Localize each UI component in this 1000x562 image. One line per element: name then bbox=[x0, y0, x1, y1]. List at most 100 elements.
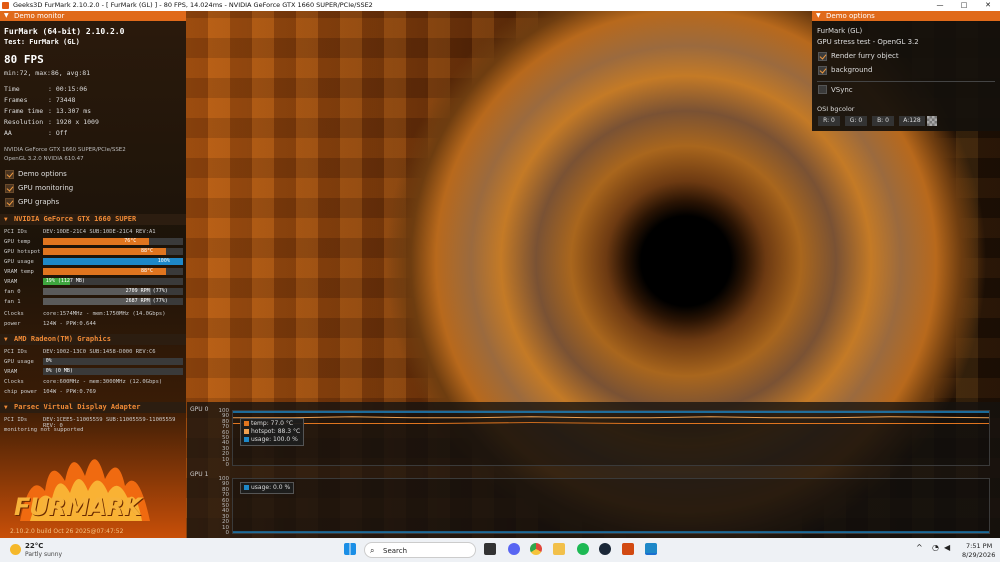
nvidia-gpu-header[interactable]: ▼ NVIDIA GeForce GTX 1660 SUPER bbox=[0, 214, 186, 225]
furmark-logo-text: FURMARK bbox=[14, 493, 142, 521]
taskbar-search-box[interactable]: ⌕ Search bbox=[364, 542, 476, 558]
render-furry-object-checkbox[interactable] bbox=[818, 52, 827, 61]
nvidia-pci-ids: DEV:10DE-21C4 SUB:10DE-21C4 REV:A1 bbox=[43, 229, 156, 235]
gpu-monitoring-checkbox[interactable] bbox=[5, 184, 14, 193]
demo-options-subtitle: GPU stress test - OpenGL 3.2 bbox=[817, 38, 919, 46]
nvidia-metric-value: 19% (1127 MB) bbox=[45, 278, 85, 284]
collapse-arrow-icon[interactable]: ▼ bbox=[4, 334, 8, 345]
spotify-icon[interactable] bbox=[577, 543, 589, 555]
gpu0-graph-label: GPU 0 bbox=[190, 406, 209, 413]
nvidia-metric-label: fan 1 bbox=[4, 299, 21, 305]
bgcolor-b-field[interactable]: B: 0 bbox=[872, 116, 894, 126]
nvidia-metric-bar: 100% bbox=[43, 258, 183, 265]
bgcolor-g-field[interactable]: G: 0 bbox=[845, 116, 867, 126]
nvidia-metric-bar: 88°C bbox=[43, 248, 183, 255]
amd-metric-label: VRAM bbox=[4, 369, 18, 375]
demo-options-header[interactable]: ▼ Demo options bbox=[812, 11, 1000, 21]
vsync-checkbox[interactable] bbox=[818, 85, 827, 94]
demo-monitor-panel: ▼ Demo monitor FurMark (64-bit) 2.10.2.0… bbox=[0, 11, 186, 538]
steam-icon[interactable] bbox=[599, 543, 611, 555]
app-window-icon[interactable] bbox=[645, 543, 657, 555]
amd-pci-label: PCI IDs bbox=[4, 349, 28, 355]
nvidia-metric-bar: 76°C bbox=[43, 238, 183, 245]
stat-frames: Frames: 73448 bbox=[4, 96, 76, 104]
gpu0-hotspot-line bbox=[233, 416, 990, 419]
windows-start-icon[interactable] bbox=[344, 543, 356, 555]
gpu1-plot-area bbox=[232, 478, 990, 534]
fps-value: 80 FPS bbox=[4, 53, 44, 66]
stat-frame-time: Frame time: 13.307 ms bbox=[4, 107, 92, 115]
gpu1-plot-svg bbox=[233, 531, 989, 533]
gpu-monitoring-label: GPU monitoring bbox=[18, 184, 74, 192]
background-label: background bbox=[831, 66, 873, 74]
app-version: FurMark (64-bit) 2.10.2.0 bbox=[4, 27, 125, 36]
collapse-arrow-icon[interactable]: ▼ bbox=[816, 11, 821, 21]
furmark-taskbar-icon[interactable] bbox=[622, 543, 634, 555]
gpu-graphs-checkbox[interactable] bbox=[5, 198, 14, 207]
nvidia-metric-bar: 2709 RPM (77%) bbox=[43, 288, 183, 295]
gpu0-legend: temp: 77.0 °C hotspot: 88.3 °C usage: 10… bbox=[240, 418, 305, 446]
axis-tick-label: 0 bbox=[225, 530, 230, 536]
gpu-graphs-label: GPU graphs bbox=[18, 198, 60, 206]
task-view-icon[interactable] bbox=[484, 543, 496, 555]
nvidia-metric-value: 100% bbox=[157, 258, 170, 264]
amd-clocks: core:600MHz - mem:3000MHz (12.0Gbps) bbox=[43, 379, 163, 385]
tray-chevron-icon[interactable]: ^ bbox=[916, 543, 923, 552]
window-titlebar: Geeks3D FurMark 2.10.2.0 - [ FurMark (GL… bbox=[0, 0, 1000, 11]
file-explorer-icon[interactable] bbox=[553, 543, 565, 555]
nvidia-metric-value: 2687 RPM (77%) bbox=[125, 298, 168, 304]
maximize-button[interactable]: □ bbox=[952, 0, 976, 11]
weather-desc[interactable]: Partly sunny bbox=[25, 551, 62, 558]
discord-icon[interactable] bbox=[508, 543, 520, 555]
legend-usage: usage: 100.0 % bbox=[244, 436, 300, 444]
nvidia-metric-value: 76°C bbox=[124, 238, 137, 244]
close-button[interactable]: ✕ bbox=[976, 0, 1000, 11]
amd-metric-bar: 0% bbox=[43, 358, 183, 365]
nvidia-power: 124W - PPW:0.644 bbox=[43, 321, 96, 327]
amd-metric-bar: 0% (0 MB) bbox=[43, 368, 183, 375]
weather-temp[interactable]: 22°C bbox=[25, 542, 43, 550]
wifi-icon[interactable]: ◔ bbox=[932, 543, 939, 552]
bgcolor-swatch[interactable] bbox=[927, 116, 937, 126]
amd-power: 104W - PPW:0.769 bbox=[43, 389, 96, 395]
axis-tick-label: 0 bbox=[225, 462, 230, 468]
bgcolor-a-field[interactable]: A:128 bbox=[899, 116, 925, 126]
nvidia-metric-value: 2709 RPM (77%) bbox=[125, 288, 168, 294]
nvidia-metric-bar: 2687 RPM (77%) bbox=[43, 298, 183, 305]
collapse-arrow-icon[interactable]: ▼ bbox=[4, 11, 9, 21]
collapse-arrow-icon[interactable]: ▼ bbox=[4, 214, 8, 225]
amd-metric-value: 0% bbox=[45, 358, 52, 364]
nvidia-metric-label: GPU hotspot bbox=[4, 249, 41, 255]
render-furry-object-label: Render furry object bbox=[831, 52, 899, 60]
nvidia-metric-label: VRAM bbox=[4, 279, 18, 285]
stat-resolution: Resolution: 1920 x 1009 bbox=[4, 118, 99, 126]
weather-icon[interactable] bbox=[10, 544, 21, 555]
amd-clocks-label: Clocks bbox=[4, 379, 24, 385]
nvidia-metric-label: VRAM temp bbox=[4, 269, 34, 275]
demo-monitor-header[interactable]: ▼ Demo monitor bbox=[0, 11, 186, 21]
vsync-label: VSync bbox=[831, 86, 853, 94]
window-title: Geeks3D FurMark 2.10.2.0 - [ FurMark (GL… bbox=[13, 1, 373, 9]
volume-icon[interactable]: ◀ bbox=[944, 543, 950, 552]
clock-date[interactable]: 8/29/2026 bbox=[962, 551, 995, 559]
background-checkbox[interactable] bbox=[818, 66, 827, 75]
amd-power-label: chip power bbox=[4, 389, 38, 395]
gpu1-graph-label: GPU 1 bbox=[190, 471, 209, 478]
nvidia-metric-label: GPU temp bbox=[4, 239, 31, 245]
amd-metric-label: GPU usage bbox=[4, 359, 34, 365]
chrome-icon[interactable] bbox=[530, 543, 542, 555]
bgcolor-label: OSI bgcolor bbox=[817, 105, 855, 113]
demo-options-checkbox[interactable] bbox=[5, 170, 14, 179]
legend-temp: temp: 77.0 °C bbox=[244, 420, 300, 428]
legend-hotspot: hotspot: 88.3 °C bbox=[244, 428, 300, 436]
minimize-button[interactable]: — bbox=[928, 0, 952, 11]
clock-time[interactable]: 7:51 PM bbox=[966, 542, 992, 550]
collapse-arrow-icon[interactable]: ▼ bbox=[4, 402, 8, 413]
nvidia-metric-value: 88°C bbox=[141, 248, 154, 254]
search-icon: ⌕ bbox=[370, 546, 375, 555]
bgcolor-r-field[interactable]: R: 0 bbox=[818, 116, 840, 126]
legend-usage: usage: 0.0 % bbox=[244, 484, 290, 492]
amd-pci-ids: DEV:1002-13C0 SUB:1458-D000 REV:C6 bbox=[43, 349, 156, 355]
parsec-adapter-header[interactable]: ▼ Parsec Virtual Display Adapter bbox=[0, 402, 186, 413]
amd-gpu-header[interactable]: ▼ AMD Radeon(TM) Graphics bbox=[0, 334, 186, 345]
